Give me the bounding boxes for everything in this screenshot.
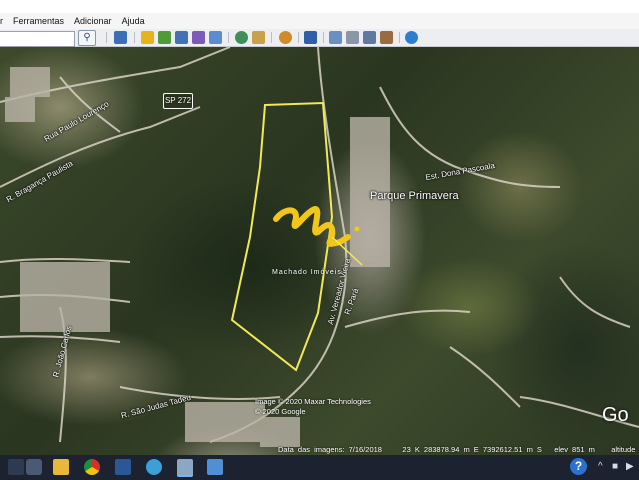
logo-mark — [273, 205, 351, 247]
google-earth-icon[interactable] — [177, 459, 193, 477]
photos-icon[interactable] — [207, 459, 223, 475]
pin-dot — [354, 226, 360, 232]
start-icon[interactable] — [8, 459, 24, 475]
email-icon[interactable] — [329, 31, 342, 44]
toolbar-divider — [298, 32, 299, 43]
title-strip — [0, 0, 639, 13]
imagery-date: Data das imagens: 7/16/2018 — [278, 445, 382, 454]
toolbar: ⚲ — [0, 29, 639, 47]
menu-bar: r Ferramentas Adicionar Ajuda — [0, 13, 639, 29]
magnifier-icon: ⚲ — [83, 32, 91, 43]
network-icon[interactable]: ■ — [612, 461, 618, 472]
path-icon[interactable] — [175, 31, 188, 44]
toolbar-divider — [323, 32, 324, 43]
elevation: elev 851 m — [554, 445, 595, 454]
explorer-icon[interactable] — [53, 459, 69, 475]
place-label: Parque Primavera — [370, 190, 459, 202]
status-bar: Data das imagens: 7/16/2018 23 K 283878.… — [278, 445, 639, 454]
google-logo: Go — [602, 404, 629, 426]
toolbar-divider — [271, 32, 272, 43]
image-overlay-icon[interactable] — [192, 31, 205, 44]
placemark-icon[interactable] — [141, 31, 154, 44]
earth-icon[interactable] — [405, 31, 418, 44]
menu-item-adicionar[interactable]: Adicionar — [69, 16, 117, 26]
tour-icon[interactable] — [209, 31, 222, 44]
menu-item-partial[interactable]: r — [0, 16, 8, 26]
edge-icon[interactable] — [146, 459, 162, 475]
print-icon[interactable] — [346, 31, 359, 44]
history-icon[interactable] — [235, 31, 248, 44]
tray-chevron-icon[interactable]: ^ — [598, 461, 603, 472]
polygon-icon[interactable] — [158, 31, 171, 44]
save-image-icon[interactable] — [363, 31, 376, 44]
satellite-map[interactable]: SP 272 Parque Primavera Rua Paulo Louren… — [0, 47, 639, 455]
road-shield: SP 272 — [163, 93, 193, 109]
search-input[interactable] — [0, 31, 75, 47]
coordinates: 23 K 283878.94 m E 7392612.51 m S — [402, 445, 542, 454]
search-button[interactable]: ⚲ — [78, 30, 96, 46]
help-icon[interactable]: ? — [570, 458, 587, 475]
chrome-icon[interactable] — [84, 459, 100, 475]
toolbar-divider — [134, 32, 135, 43]
imagery-credit-line: Image © 2020 Maxar Technologies — [255, 397, 371, 406]
toolbar-divider — [106, 32, 107, 43]
watermark: Machado Imóveis — [272, 269, 342, 276]
imagery-credit-line: © 2020 Google — [255, 407, 306, 416]
volume-icon[interactable]: ▶ — [626, 461, 634, 472]
property-boundary — [230, 101, 334, 372]
view-in-maps-icon[interactable] — [380, 31, 393, 44]
toolbar-divider — [399, 32, 400, 43]
menu-item-ferramentas[interactable]: Ferramentas — [8, 16, 69, 26]
word-icon[interactable] — [115, 459, 131, 475]
ruler-icon[interactable] — [304, 31, 317, 44]
task-view-icon[interactable] — [26, 459, 42, 475]
menu-item-ajuda[interactable]: Ajuda — [117, 16, 150, 26]
imagery-credit: Image © 2020 Maxar Technologies © 2020 G… — [255, 397, 371, 417]
eye-altitude: altitude do — [611, 445, 639, 454]
toolbar-divider — [228, 32, 229, 43]
taskbar: ? ^ ■ ▶ — [0, 455, 639, 480]
sunlight-icon[interactable] — [252, 31, 265, 44]
planet-icon[interactable] — [279, 31, 292, 44]
sidebar-toggle-icon[interactable] — [114, 31, 127, 44]
